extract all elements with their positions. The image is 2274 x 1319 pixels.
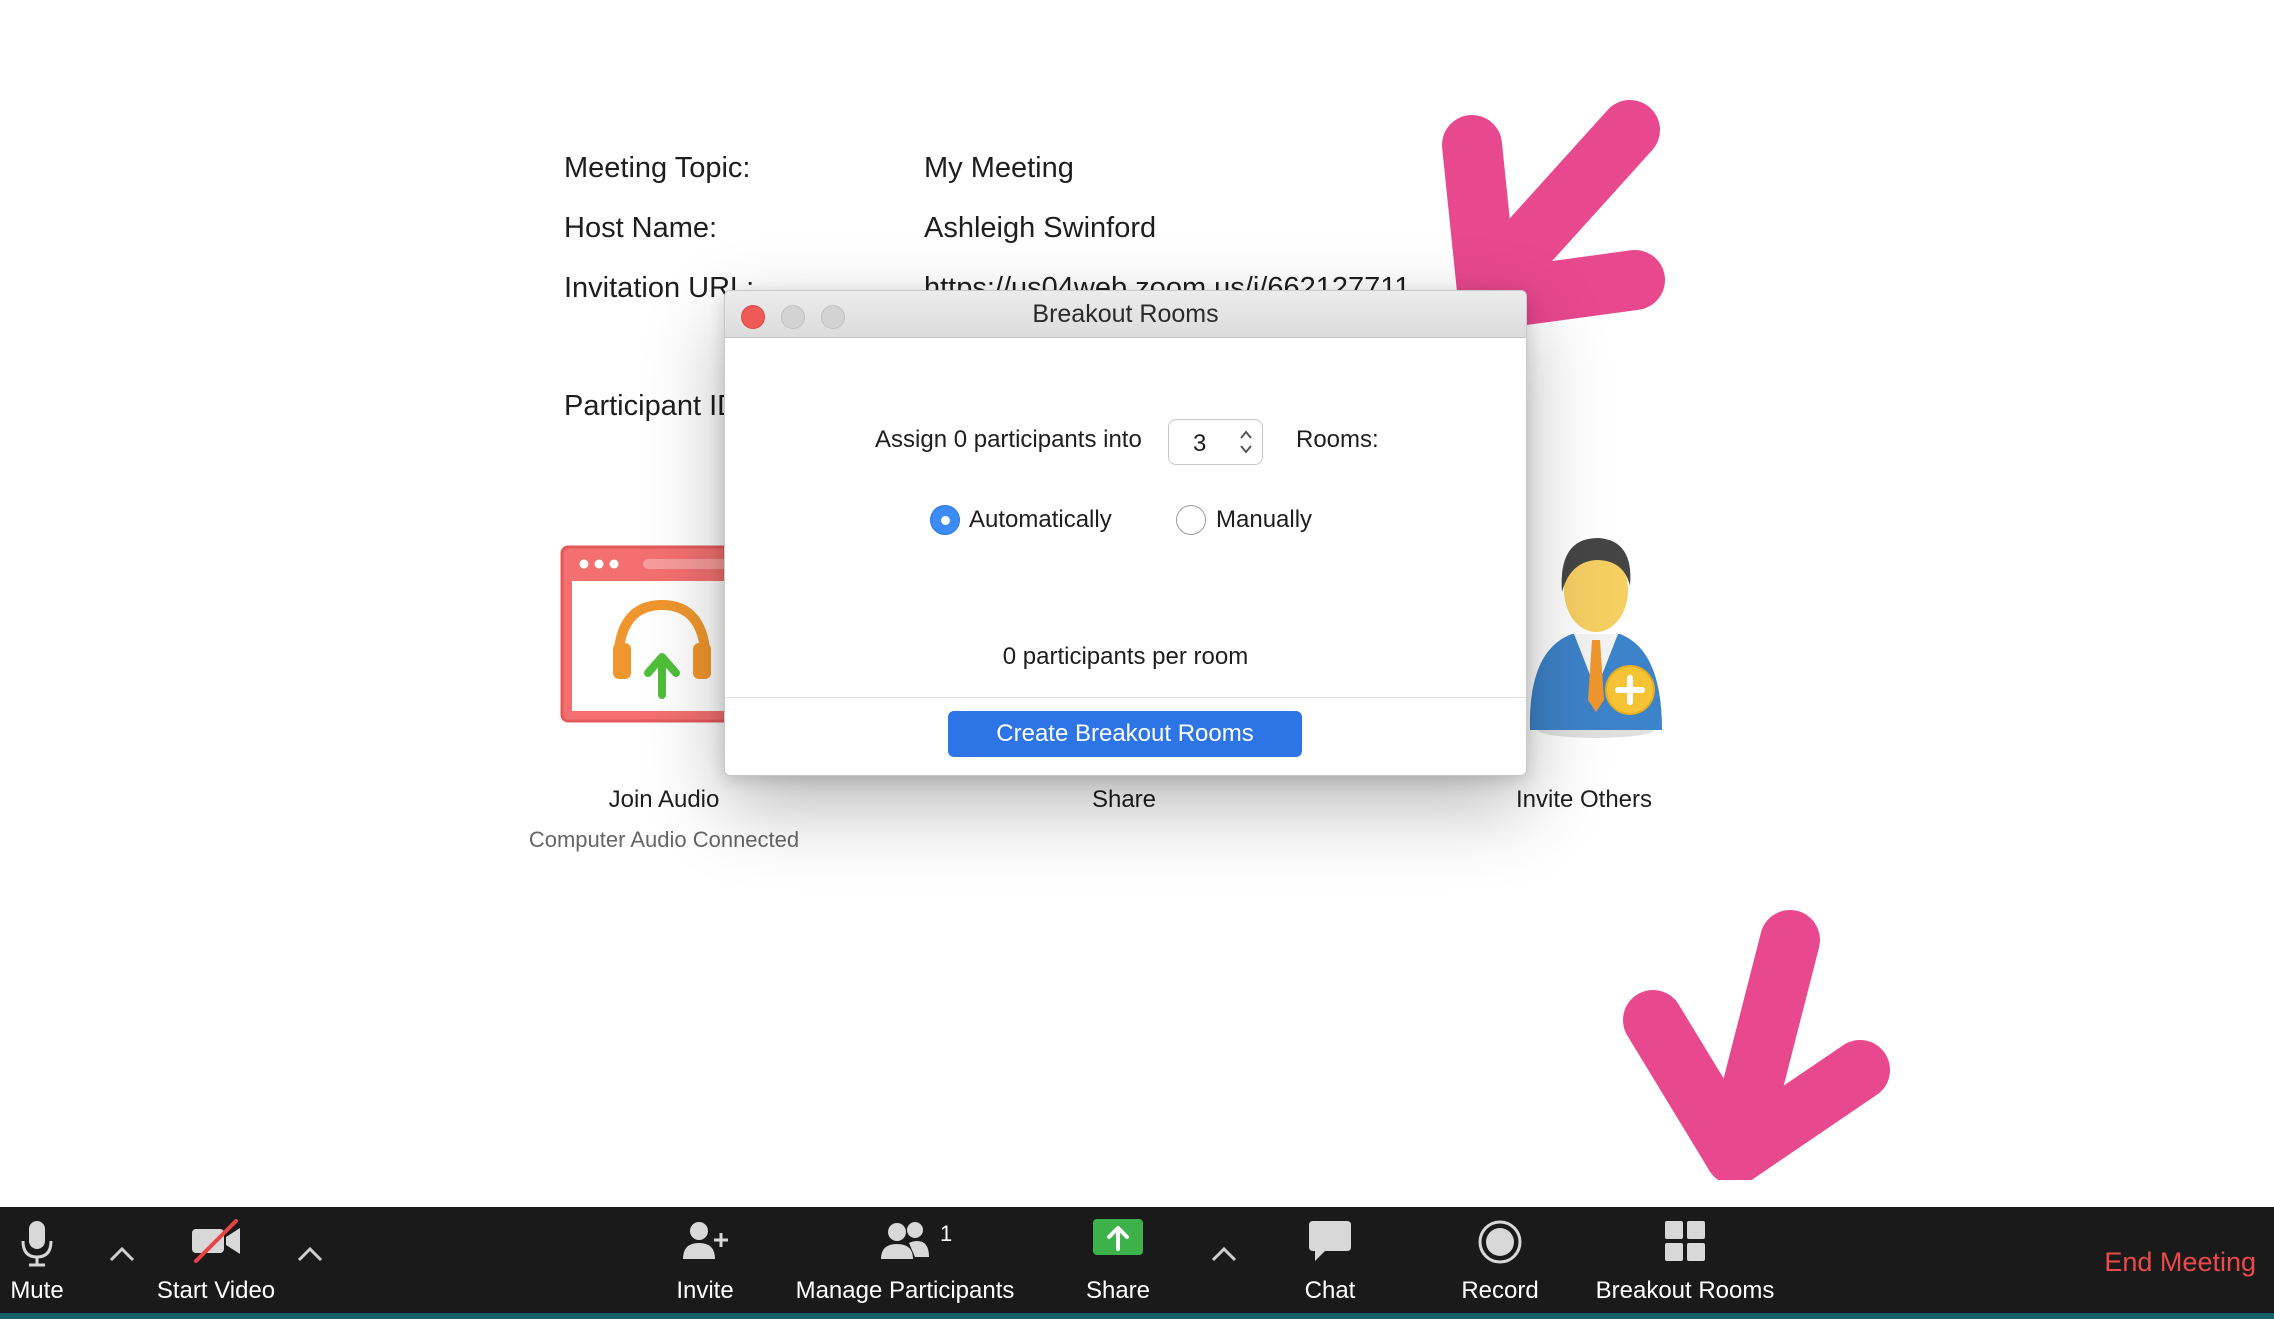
record-label: Record [1461, 1277, 1539, 1304]
host-name-value: Ashleigh Swinford [924, 212, 1157, 244]
dialog-titlebar[interactable]: Breakout Rooms [725, 291, 1526, 338]
invite-button[interactable]: Invite [655, 1207, 755, 1319]
breakout-rooms-grid-icon [1665, 1221, 1705, 1261]
chat-button[interactable]: Chat [1284, 1207, 1376, 1319]
create-breakout-rooms-button[interactable]: Create Breakout Rooms [948, 711, 1302, 757]
dialog-divider [725, 697, 1526, 698]
record-button[interactable]: Record [1452, 1207, 1548, 1319]
add-user-icon [683, 1222, 728, 1259]
rooms-count-stepper[interactable]: 3 [1168, 419, 1263, 465]
breakout-rooms-label: Breakout Rooms [1595, 1277, 1775, 1304]
radio-manually[interactable] [1176, 505, 1206, 535]
meeting-topic-label: Meeting Topic: [564, 152, 751, 184]
toolbar-bottom-strip [0, 1313, 2274, 1319]
dialog-title: Breakout Rooms [1032, 300, 1219, 328]
microphone-icon [21, 1221, 53, 1267]
share-tile-label[interactable]: Share [1024, 786, 1224, 814]
participants-icon [881, 1222, 929, 1259]
chat-label: Chat [1304, 1277, 1356, 1304]
share-screen-button[interactable]: Share [1072, 1207, 1164, 1319]
radio-automatically-label[interactable]: Automatically [969, 506, 1112, 534]
host-name-label: Host Name: [564, 212, 718, 244]
invite-others-tile[interactable] [1512, 530, 1672, 745]
start-video-label: Start Video [156, 1277, 276, 1304]
participants-per-room-text: 0 participants per room [1002, 643, 1249, 670]
participant-id-label: Participant ID: [564, 390, 747, 422]
rooms-label: Rooms: [1296, 426, 1379, 453]
manage-participants-button[interactable]: 1 Manage Participants [790, 1207, 1020, 1319]
join-audio-status: Computer Audio Connected [528, 827, 800, 852]
chat-icon [1309, 1221, 1351, 1261]
video-off-icon [192, 1219, 240, 1263]
stepper-arrows-icon[interactable] [1239, 426, 1253, 458]
end-meeting-button[interactable]: End Meeting [2104, 1247, 2256, 1278]
start-video-button[interactable]: Start Video [150, 1207, 282, 1319]
meeting-topic-value: My Meeting [924, 152, 1074, 184]
rooms-count-value[interactable]: 3 [1193, 430, 1206, 458]
share-screen-icon [1093, 1219, 1143, 1255]
meeting-toolbar: Mute Start Video Invite 1 Manage Partici… [0, 1207, 2274, 1319]
pink-arrow-icon [1623, 910, 1890, 1180]
share-options-chevron-icon[interactable] [1210, 1245, 1238, 1263]
invite-label: Invite [676, 1277, 734, 1304]
audio-options-chevron-icon[interactable] [108, 1245, 136, 1263]
mute-label: Mute [10, 1277, 64, 1304]
mute-button[interactable]: Mute [0, 1207, 74, 1319]
share-label: Share [1085, 1277, 1151, 1304]
record-icon [1478, 1220, 1522, 1264]
assign-participants-label: Assign 0 participants into [875, 426, 1142, 453]
radio-manually-label[interactable]: Manually [1216, 506, 1312, 534]
person-add-icon [1529, 538, 1662, 738]
join-audio-label: Join Audio [608, 786, 720, 813]
participant-count-badge: 1 [940, 1221, 953, 1246]
breakout-rooms-button[interactable]: Breakout Rooms [1590, 1207, 1780, 1319]
invite-others-label: Invite Others [1515, 786, 1653, 813]
video-options-chevron-icon[interactable] [296, 1245, 324, 1263]
manage-participants-label: Manage Participants [795, 1277, 1015, 1304]
breakout-rooms-dialog: Breakout Rooms Assign 0 participants int… [724, 290, 1527, 776]
radio-automatically[interactable] [930, 505, 960, 535]
